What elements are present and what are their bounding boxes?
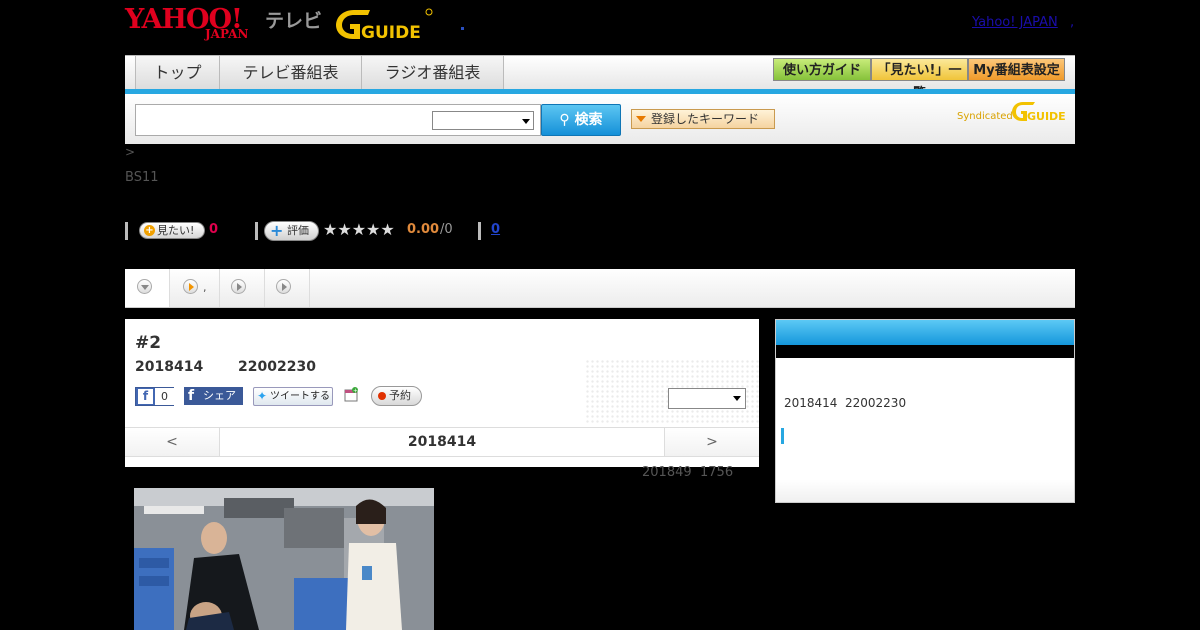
chevron-down-icon (733, 396, 741, 401)
tv-label: テレビ (265, 10, 323, 32)
nav-tab-tv-listings[interactable]: テレビ番組表 (220, 56, 362, 90)
sidebar-time: 22002230 (845, 396, 907, 410)
tweet-button[interactable]: ✦ ツイートする (253, 387, 333, 406)
sidebar-date: 2018414 (784, 396, 838, 410)
search-button[interactable]: ⚲ 検索 (541, 104, 621, 136)
facebook-share-label: シェア (203, 389, 236, 402)
comment-count-link[interactable]: 0 (491, 222, 500, 237)
divider (125, 222, 128, 240)
program-detail-panel: #2 2018414 22002230 f 0 f シェア ✦ ツイートする +… (125, 319, 759, 467)
search-button-label: 検索 (574, 112, 603, 128)
nav-tab-top[interactable]: トップ (135, 56, 220, 90)
search-bar: ⚲ 検索 登録したキーワード Syndicated GUIDE (125, 94, 1075, 144)
divider-dot (461, 27, 464, 30)
breadcrumb: > (125, 145, 136, 159)
play-icon (276, 279, 291, 294)
syndicated-logo-text: GUIDE (1027, 110, 1066, 123)
chevron-down-icon (522, 119, 530, 124)
facebook-share-button[interactable]: f シェア (184, 387, 243, 405)
program-time: 22002230 (238, 359, 316, 375)
program-title: #2 (135, 333, 162, 353)
sidebar-marker (781, 428, 784, 444)
record-icon (378, 392, 386, 400)
gguide-logo[interactable]: GUIDE (334, 6, 434, 43)
divider (478, 222, 481, 240)
gguide-logo-text: GUIDE (361, 23, 421, 42)
rate-label: 評価 (287, 224, 309, 237)
facebook-icon: f (138, 389, 153, 404)
rate-button[interactable]: + 評価 (264, 221, 319, 241)
watchlist-button[interactable]: 「見たい!」一覧 (871, 58, 968, 101)
facebook-like-count: 0 (155, 388, 174, 405)
sidebar-header (776, 320, 1074, 345)
play-icon (231, 279, 246, 294)
yahoo-logo[interactable]: YAHOO! JAPAN (125, 4, 263, 44)
date-navigation: < 2018414 > (125, 427, 759, 457)
nav-tab-radio-listings[interactable]: ラジオ番組表 (362, 56, 504, 90)
reserve-label: 予約 (389, 389, 411, 402)
guide-button[interactable]: 使い方ガイド (773, 58, 871, 81)
chevron-down-icon (137, 279, 152, 294)
subtab-1[interactable] (125, 269, 170, 307)
syndicated-gguide-logo: GUIDE (1012, 102, 1066, 123)
triangle-down-icon (636, 116, 646, 122)
search-category-select[interactable] (432, 111, 534, 130)
reserve-button[interactable]: 予約 (371, 386, 422, 406)
want-to-watch-button[interactable]: + 見たい! (139, 222, 205, 239)
facebook-like-button[interactable]: f 0 (135, 387, 174, 406)
subtab-3[interactable] (220, 269, 265, 307)
subtab-4[interactable] (265, 269, 310, 307)
previous-date-button[interactable]: < (125, 428, 220, 456)
saved-keywords-button[interactable]: 登録したキーワード (631, 109, 775, 129)
want-to-watch-count: 0 (209, 222, 219, 237)
subtab-2[interactable]: , (170, 269, 220, 307)
syndicated-label: Syndicated (957, 111, 1013, 122)
play-icon (183, 279, 198, 294)
rating-score: 0.00 (407, 222, 440, 237)
gguide-logo-icon: GUIDE (336, 8, 433, 43)
facebook-icon: f (188, 388, 195, 404)
rating-stars: ★★★★★ (323, 220, 395, 239)
rating-count: /0 (440, 222, 453, 237)
program-photo (134, 488, 434, 630)
plus-icon: + (270, 221, 284, 240)
plus-icon: + (144, 225, 155, 236)
search-icon: ⚲ (559, 112, 570, 128)
tweet-label: ツイートする (270, 391, 330, 402)
sidebar-subheader (776, 345, 1074, 358)
program-subtabs: , (125, 269, 1075, 308)
link-separator: , (1070, 15, 1075, 30)
yahoo-logo-sub: JAPAN (205, 27, 249, 41)
svg-text:+: + (353, 388, 358, 395)
twitter-icon: ✦ (257, 389, 268, 403)
sidebar-footer (776, 480, 1074, 502)
main-nav: トップ テレビ番組表 ラジオ番組表 使い方ガイド 「見たい!」一覧 My番組表設… (125, 55, 1075, 101)
program-photo-image (134, 488, 434, 630)
want-to-watch-label: 見たい! (157, 224, 195, 237)
calendar-add-icon[interactable]: + (344, 387, 359, 402)
updated-time: 1756 (700, 465, 734, 480)
yahoo-japan-link[interactable]: Yahoo! JAPAN (972, 15, 1058, 30)
channel-name: BS11 (125, 170, 159, 185)
my-listings-settings-button[interactable]: My番組表設定 (968, 58, 1065, 81)
divider (255, 222, 258, 240)
saved-keywords-label: 登録したキーワード (651, 112, 760, 126)
updated-date: 201849 (642, 465, 692, 480)
program-date: 2018414 (135, 359, 204, 375)
program-select[interactable] (668, 388, 746, 409)
next-date-button[interactable]: > (664, 428, 759, 456)
current-date: 2018414 (407, 434, 477, 450)
sidebar-panel: 2018414 22002230 (775, 319, 1075, 503)
subtab-2-label: , (203, 281, 207, 294)
